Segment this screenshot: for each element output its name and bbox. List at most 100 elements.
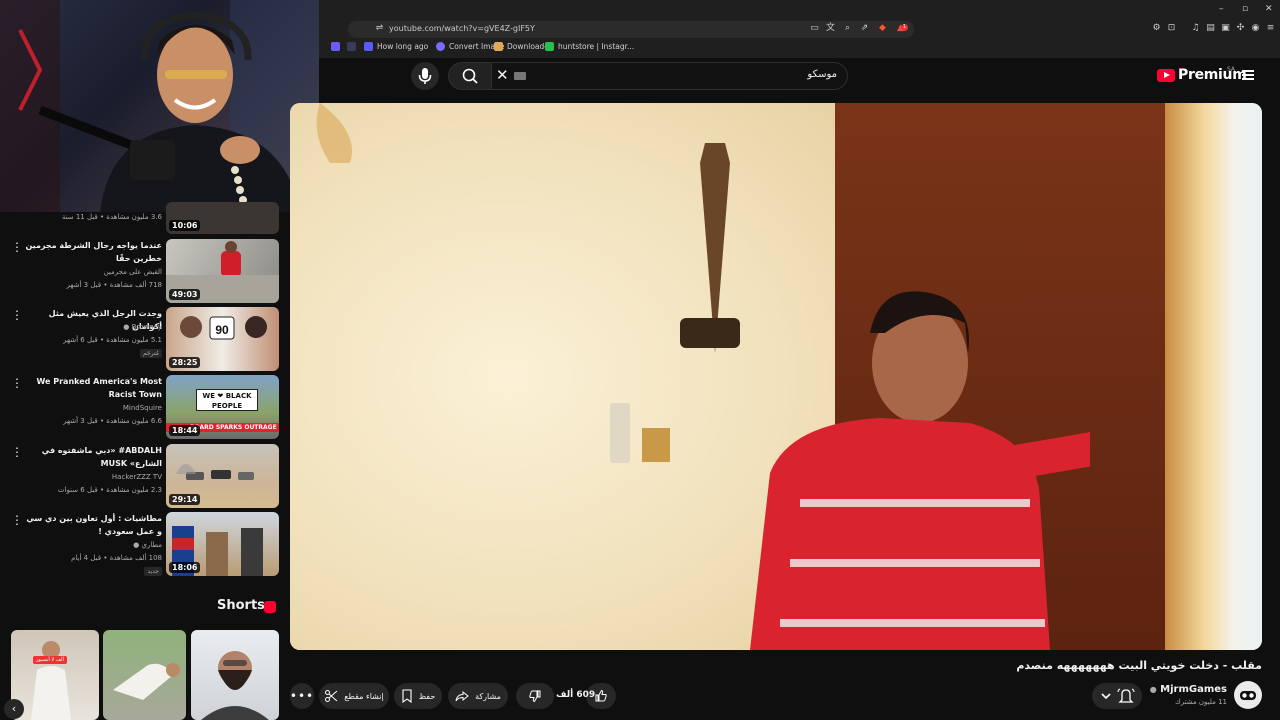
site-info-icon[interactable]: ⇌	[375, 24, 384, 33]
bookmark-s[interactable]	[331, 42, 340, 51]
minimize-icon[interactable]: –	[1219, 4, 1224, 14]
maximize-icon[interactable]: ▫	[1242, 4, 1248, 14]
extension-puzzle-icon[interactable]: ✣	[1236, 24, 1245, 33]
channel-name[interactable]: MindSquire	[123, 404, 162, 412]
channel-name[interactable]: Browney ●	[123, 323, 162, 331]
more-options-icon[interactable]	[11, 445, 23, 459]
chevron-left-icon: ‹	[11, 702, 17, 715]
video-thumbnail[interactable]: 29:14	[166, 444, 279, 508]
search-button[interactable]	[448, 62, 492, 90]
convert-icon	[436, 42, 445, 51]
video-title[interactable]: ABDALH# «دبي ماشفتوه في الشارع» MUSK	[22, 444, 162, 470]
dislike-button[interactable]	[516, 683, 554, 709]
channel-name[interactable]: القبض على مجرمين	[104, 268, 162, 276]
video-meta: 3.6 مليون مشاهدة • قبل 11 سنة	[61, 213, 162, 221]
list-item[interactable]: 18:06 مطاشيات : أول تعاون بين دي سي و عم…	[0, 512, 280, 576]
save-button[interactable]: حفظ	[394, 683, 442, 709]
short-card[interactable]: ألف لا أنسيوز	[11, 630, 99, 720]
zoom-icon[interactable]: ⌕	[843, 24, 852, 33]
download-icon	[494, 42, 503, 51]
channel-name[interactable]: HackerZZZ TV	[112, 473, 162, 481]
video-thumbnail[interactable]: 49:03	[166, 239, 279, 303]
more-options-icon[interactable]	[11, 308, 23, 322]
share-button[interactable]: مشاركة	[448, 683, 508, 709]
share-page-icon[interactable]: ⇗	[860, 24, 869, 33]
search-value: موسكو	[807, 69, 837, 80]
bookmark-how-long-ago[interactable]: How long ago	[364, 42, 428, 51]
install-icon[interactable]: ▭	[810, 24, 819, 33]
vpn-icon[interactable]: ◉	[1251, 24, 1260, 33]
list-item[interactable]: 10:06 3.6 مليون مشاهدة • قبل 11 سنة	[0, 202, 280, 234]
instagram-icon	[545, 42, 554, 51]
svg-text:90: 90	[215, 323, 229, 337]
more-options-icon[interactable]	[11, 376, 23, 390]
video-thumbnail[interactable]: 18:06	[166, 512, 279, 576]
new-badge: جديد	[144, 567, 162, 576]
duration-badge: 18:06	[169, 562, 201, 573]
shorts-previous-button[interactable]: ‹	[4, 699, 24, 719]
verified-icon: ●	[1149, 685, 1157, 694]
list-item[interactable]: WE ❤ BLACK PEOPLE BOARD SPARKS OUTRAGE 1…	[0, 375, 280, 439]
subtitle-badge: مُترجَم	[139, 349, 162, 358]
duration-badge: 29:14	[169, 494, 201, 505]
video-meta: 6.6 مليون مشاهدة • قبل 3 أشهر	[63, 417, 162, 425]
duration-badge: 49:03	[169, 289, 201, 300]
list-item[interactable]: 29:14 ABDALH# «دبي ماشفتوه في الشارع» MU…	[0, 444, 280, 508]
channel-avatar[interactable]	[1234, 681, 1262, 709]
translate-icon[interactable]: 文	[826, 24, 835, 33]
voice-search-button[interactable]	[411, 62, 439, 90]
channel-name[interactable]: ● MjrmGames	[1150, 684, 1227, 695]
like-count: 609 ألف	[556, 690, 596, 700]
channel-name-text: Browney	[131, 323, 162, 331]
hamburger-menu-icon[interactable]	[1242, 70, 1254, 80]
notification-badge: 1	[901, 24, 908, 31]
country-code: SA	[1227, 66, 1236, 73]
verified-icon: ●	[123, 323, 130, 331]
more-horizontal-icon: •••	[289, 689, 315, 703]
list-item[interactable]: 49:03 عندما يواجه رجال الشرطة مجرمين خطر…	[0, 239, 280, 303]
short-card[interactable]	[103, 630, 186, 720]
screenshot-icon[interactable]: ⊡	[1167, 24, 1176, 33]
bookmark-c[interactable]	[347, 42, 356, 51]
close-window-icon[interactable]: ✕	[1265, 4, 1273, 14]
tabs-icon[interactable]: ▣	[1221, 24, 1230, 33]
sidebar-icon[interactable]: ▤	[1206, 24, 1215, 33]
clear-search-icon[interactable]: ✕	[496, 66, 509, 84]
url-text[interactable]: youtube.com/watch?v=gVE4Z-gIF5Y	[389, 24, 535, 33]
more-options-icon[interactable]	[11, 513, 23, 527]
video-player[interactable]	[290, 103, 1262, 650]
keyboard-icon[interactable]	[514, 72, 526, 80]
video-title[interactable]: مطاشيات : أول تعاون بين دي سي و عمل سعود…	[22, 512, 162, 538]
video-title[interactable]: عندما يواجه رجال الشرطة مجرمين خطرين حقً…	[22, 239, 162, 265]
shorts-heading: Shorts	[217, 598, 265, 613]
verified-icon: ●	[133, 541, 140, 549]
more-options-icon[interactable]	[11, 240, 23, 254]
browser-menu-icon[interactable]: ≡	[1266, 24, 1275, 33]
thumbs-down-icon	[529, 690, 541, 703]
video-thumbnail[interactable]: WE ❤ BLACK PEOPLE BOARD SPARKS OUTRAGE 1…	[166, 375, 279, 439]
bookmark-downloader[interactable]: Downloader	[494, 42, 552, 51]
bell-and-chevron	[1101, 688, 1135, 703]
short-card[interactable]	[191, 630, 279, 720]
list-item[interactable]: 90 28:25 وجدت الرجل الذي يعيش مثل أكواما…	[0, 307, 280, 371]
extensions-icon[interactable]: ⚙	[1152, 24, 1161, 33]
subscription-bell-button[interactable]	[1092, 683, 1142, 709]
video-title[interactable]: We Pranked America's Most Racist Town	[22, 375, 162, 401]
brave-shield-icon[interactable]: ◆	[878, 24, 887, 33]
share-label: مشاركة	[475, 691, 501, 701]
channel-name[interactable]: مطاري ●	[133, 541, 162, 549]
channel-name-text: MjrmGames	[1160, 684, 1227, 695]
video-thumbnail[interactable]: 10:06	[166, 202, 279, 234]
bookmark-huntstore[interactable]: huntstore | Instagr...	[545, 42, 634, 51]
search-input[interactable]: ✕ موسكو	[491, 62, 848, 90]
logo-text: Premium	[1178, 67, 1247, 83]
clip-button[interactable]: إنشاء مقطع	[319, 683, 389, 709]
video-thumbnail[interactable]: 90 28:25	[166, 307, 279, 371]
video-meta: 108 ألف مشاهدة • قبل 4 أيام	[71, 554, 162, 562]
channel-name-text: مطاري	[141, 541, 162, 549]
more-actions-button[interactable]: •••	[290, 683, 314, 709]
microphone-icon	[418, 68, 432, 84]
clip-label: إنشاء مقطع	[344, 691, 384, 701]
thumb-sign: WE ❤ BLACK PEOPLE	[196, 389, 258, 411]
media-icon[interactable]: ♫	[1191, 24, 1200, 33]
